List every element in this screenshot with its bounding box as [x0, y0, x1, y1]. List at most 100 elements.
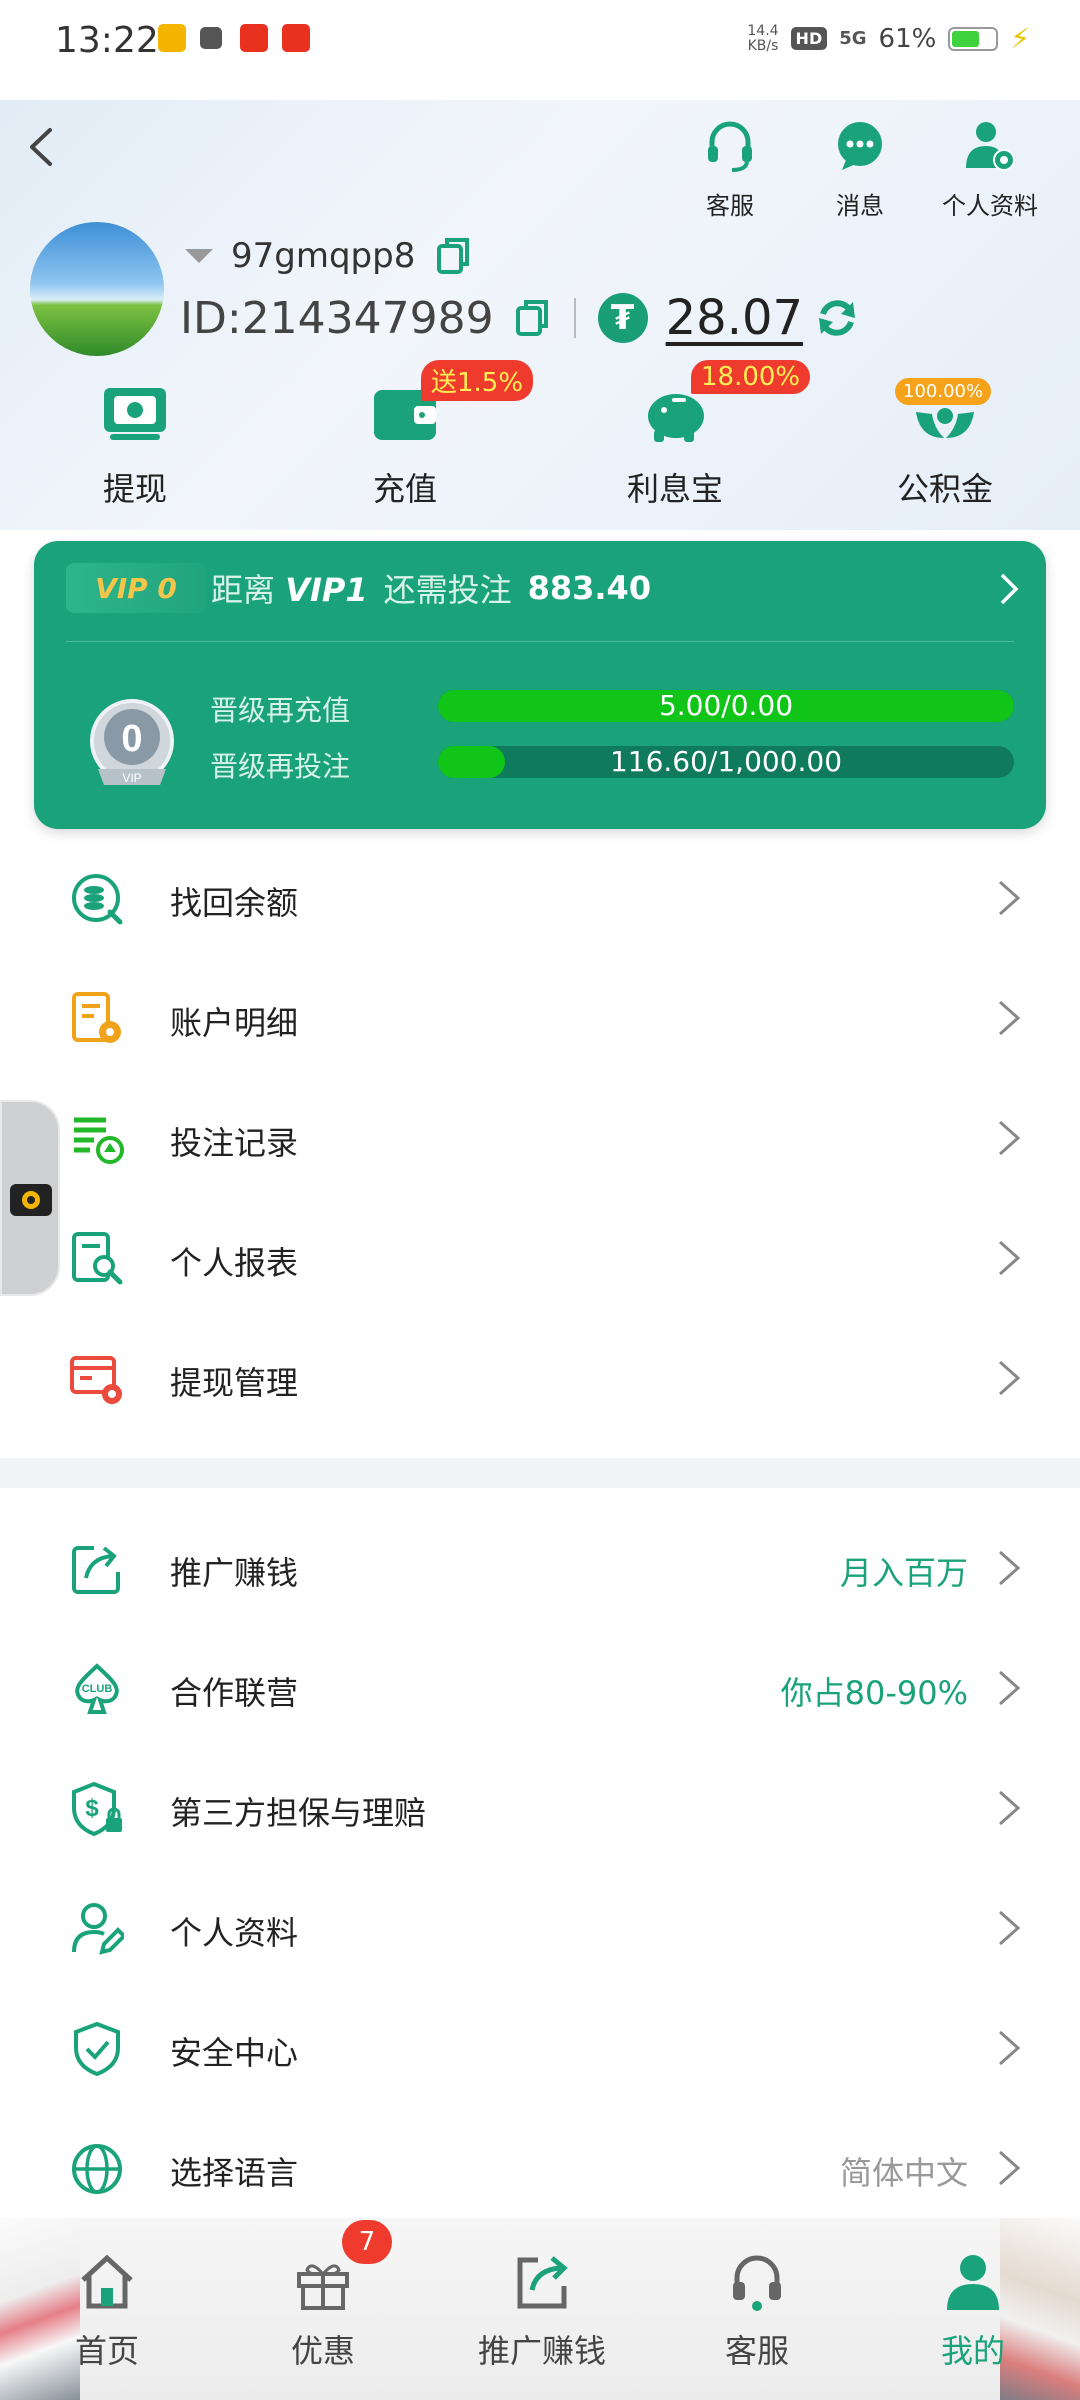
network-speed: 14.4 KB/s	[747, 22, 779, 54]
battery-icon	[948, 26, 999, 51]
chevron-right-icon	[999, 1240, 1021, 1276]
menu-label: 找回余额	[170, 884, 299, 922]
gift-icon	[297, 2264, 349, 2310]
status-right: 14.4 KB/s HD 5G 61% ⚡	[747, 22, 1030, 55]
chevron-right-icon	[999, 880, 1021, 916]
provident-fund-label: 公积金	[896, 470, 993, 508]
copy-username-icon[interactable]	[435, 236, 473, 276]
chevron-right-icon	[999, 1910, 1021, 1946]
menu-item-cooperation[interactable]: CLUB 合作联营 你占80-90%	[0, 1628, 1080, 1748]
menu-label: 合作联营	[170, 1674, 299, 1712]
menu-item-recover-balance[interactable]: 找回余额	[0, 838, 1080, 958]
menu-item-security-center[interactable]: 安全中心	[0, 1988, 1080, 2108]
user-edit-icon	[72, 1903, 124, 1955]
vip-card[interactable]: VIP 0 距离 VIP1 还需投注 883.40 0 VIP 晋级再充值 5.…	[34, 541, 1046, 829]
fund-rate-badge: 100.00%	[895, 378, 992, 405]
nav-promote-earn[interactable]: 推广赚钱	[462, 2250, 622, 2372]
menu-item-personal-report[interactable]: 个人报表	[0, 1198, 1080, 1318]
interest-label: 利息宝	[626, 470, 723, 508]
menu-item-promotion-earn[interactable]: 推广赚钱 月入百万	[0, 1508, 1080, 1628]
menu-item-language[interactable]: 选择语言 简体中文	[0, 2108, 1080, 2228]
menu-item-third-party-guarantee[interactable]: $ 第三方担保与理赔	[0, 1748, 1080, 1868]
menu-label: 个人报表	[170, 1244, 299, 1282]
mail-notification-icon	[158, 24, 186, 52]
menu-label: 安全中心	[170, 2034, 299, 2072]
id-balance-row: ID: 214347989 ₮ 28.07	[180, 290, 861, 346]
chevron-right-icon	[999, 2150, 1021, 2186]
avatar[interactable]	[30, 222, 164, 356]
signal-5g-icon: 5G	[839, 28, 867, 49]
menu-item-account-details[interactable]: 账户明细	[0, 958, 1080, 1078]
shield-check-icon	[74, 2022, 120, 2076]
menu-item-bet-records[interactable]: 投注记录	[0, 1078, 1080, 1198]
bet-records-icon	[74, 1117, 124, 1164]
vip-recharge-progress-text: 5.00/0.00	[658, 690, 794, 722]
home-icon	[81, 2254, 133, 2309]
coin-stack-search-icon	[72, 874, 123, 925]
menu-item-personal-info[interactable]: 个人资料	[0, 1868, 1080, 1988]
username-row: 97gmqpp8	[185, 236, 473, 276]
battery-percent: 61%	[878, 23, 937, 54]
person-icon	[947, 2255, 999, 2310]
interest-button[interactable]: 利息宝 18.00%	[575, 360, 811, 510]
nav-home[interactable]: 首页	[32, 2250, 182, 2372]
menu-label: 选择语言	[170, 2154, 299, 2192]
nav-promote-earn-label: 推广赚钱	[477, 2332, 606, 2370]
vip-divider	[66, 641, 1014, 642]
interest-rate-badge: 18.00%	[691, 360, 811, 394]
provident-fund-button[interactable]: 公积金 100.00%	[845, 378, 1045, 510]
promotions-badge: 7	[342, 2220, 392, 2264]
customer-service-button[interactable]: 客服	[690, 118, 770, 221]
chevron-right-icon	[999, 1550, 1021, 1586]
withdraw-button[interactable]: 提现	[35, 382, 235, 510]
vip-bet-progress-text: 116.60/1,000.00	[609, 746, 843, 778]
vip-recharge-label: 晋级再充值	[210, 694, 351, 727]
vip-need-text: 还需投注	[383, 571, 512, 609]
divider	[573, 298, 576, 338]
chevron-right-icon	[1000, 573, 1019, 605]
vip-bet-progress: 116.60/1,000.00	[438, 746, 1014, 778]
vip-target-level: VIP1	[285, 571, 368, 609]
sports-tv-icon	[10, 1184, 52, 1216]
club-icon: CLUB	[75, 1663, 119, 1714]
section-divider	[0, 1458, 1080, 1488]
menu-label: 账户明细	[170, 1004, 299, 1042]
vip-need-amount: 883.40	[527, 569, 652, 607]
floating-sports-tab[interactable]	[0, 1100, 60, 1296]
refresh-icon[interactable]	[813, 294, 861, 342]
chevron-right-icon	[999, 1790, 1021, 1826]
nav-mine[interactable]: 我的	[898, 2250, 1048, 2372]
nav-customer-service-label: 客服	[724, 2332, 789, 2370]
nav-customer-service[interactable]: 客服	[682, 2250, 832, 2372]
profile-button[interactable]: 个人资料	[935, 118, 1045, 221]
menu-item-withdraw-management[interactable]: 提现管理	[0, 1318, 1080, 1438]
recharge-label: 充值	[372, 470, 437, 508]
tether-coin-icon: ₮	[597, 293, 648, 343]
charging-icon: ⚡	[1010, 22, 1030, 55]
user-settings-icon	[966, 122, 1015, 171]
chevron-right-icon	[999, 1000, 1021, 1036]
vip-recharge-progress: 5.00/0.00	[438, 690, 1014, 722]
speed-value: 14.4	[747, 22, 779, 39]
messages-label: 消息	[836, 192, 884, 220]
report-search-icon	[72, 1232, 123, 1285]
globe-icon	[72, 2144, 122, 2194]
copy-id-icon[interactable]	[514, 298, 552, 338]
shop-notification-icon	[282, 24, 310, 52]
headset-icon	[733, 2255, 781, 2311]
messages-button[interactable]: 消息	[820, 118, 900, 221]
withdraw-cash-icon	[104, 388, 166, 440]
menu-label: 投注记录	[170, 1124, 299, 1162]
user-id: 214347989	[241, 292, 494, 344]
vip-distance-prefix: 距离 VIP1	[211, 571, 368, 609]
nav-promotions[interactable]: 优惠 7	[248, 2220, 398, 2372]
status-bar: 13:22 14.4 KB/s HD 5G 61% ⚡	[0, 0, 1080, 100]
recharge-button[interactable]: 充值 送1.5%	[305, 360, 534, 510]
rank-triangle-icon	[185, 249, 213, 263]
nav-promotions-label: 优惠	[290, 2332, 355, 2370]
dollar-shield-icon: $	[72, 1782, 122, 1836]
back-button[interactable]	[22, 122, 62, 172]
balance-amount[interactable]: 28.07	[666, 290, 803, 346]
username: 97gmqpp8	[231, 236, 416, 276]
back-arrow-icon	[30, 128, 52, 166]
